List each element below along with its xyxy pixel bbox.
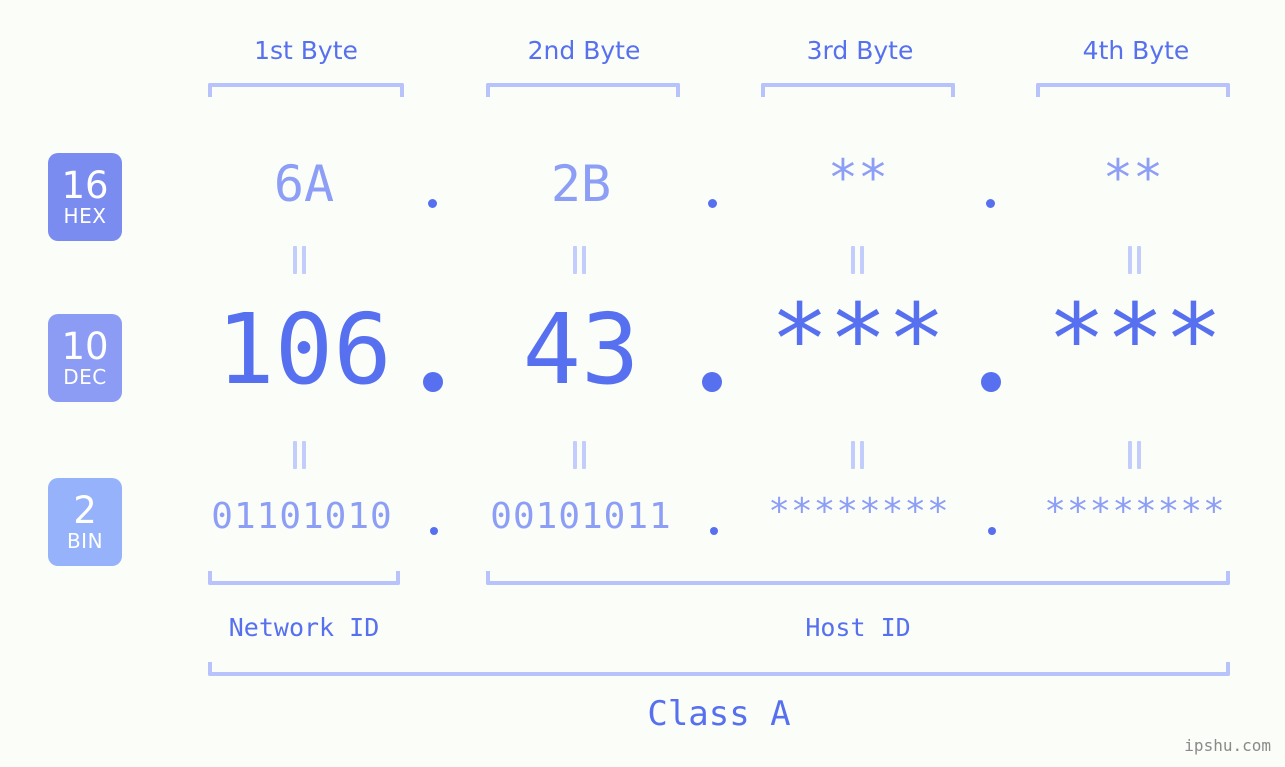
network-id-label: Network ID [228, 613, 380, 642]
radix-badge-bin: 2 BIN [48, 478, 122, 566]
byte-header-1: 1st Byte [254, 36, 358, 65]
equivalence-mark-dec-bin-3 [851, 441, 865, 469]
hex-separator-3 [986, 199, 995, 208]
dec-separator-2 [702, 372, 722, 392]
equivalence-mark-hex-dec-4 [1128, 246, 1142, 274]
hex-byte-1: 6A [273, 155, 335, 213]
hex-separator-1 [428, 199, 437, 208]
byte-header-3: 3rd Byte [806, 36, 914, 65]
class-bracket [208, 662, 1230, 676]
dec-byte-3: *** [770, 283, 946, 396]
dec-byte-2: 43 [522, 293, 640, 406]
bin-byte-1: 01101010 [211, 496, 393, 537]
bin-separator-2 [710, 527, 718, 535]
bin-separator-1 [430, 527, 438, 535]
bin-byte-3: ******** [768, 491, 950, 532]
radix-badge-dec-abbr: DEC [63, 365, 107, 389]
dec-separator-3 [981, 372, 1001, 392]
radix-badge-hex-abbr: HEX [63, 204, 107, 228]
hex-byte-2: 2B [550, 155, 612, 213]
equivalence-mark-dec-bin-1 [293, 441, 307, 469]
host-id-bracket [486, 571, 1230, 585]
byte-bracket-4 [1036, 83, 1230, 97]
radix-badge-dec-number: 10 [61, 325, 109, 368]
byte-bracket-1 [208, 83, 404, 97]
radix-badge-bin-abbr: BIN [66, 529, 104, 553]
hex-byte-3: ** [827, 149, 889, 207]
radix-badge-dec: 10 DEC [48, 314, 122, 402]
ip-address-breakdown-diagram: 1st Byte 2nd Byte 3rd Byte 4th Byte 16 H… [0, 0, 1285, 767]
byte-header-2: 2nd Byte [527, 36, 641, 65]
radix-badge-hex-number: 16 [61, 164, 109, 207]
radix-badge-hex: 16 HEX [48, 153, 122, 241]
hex-separator-2 [708, 199, 717, 208]
dec-separator-1 [423, 372, 443, 392]
byte-bracket-3 [761, 83, 955, 97]
bin-byte-2: 00101011 [490, 496, 672, 537]
equivalence-mark-hex-dec-1 [293, 246, 307, 274]
radix-badge-bin-number: 2 [73, 489, 97, 532]
equivalence-mark-dec-bin-4 [1128, 441, 1142, 469]
site-watermark: ipshu.com [1184, 736, 1271, 755]
bin-separator-3 [988, 527, 996, 535]
dec-byte-1: 106 [216, 293, 392, 406]
equivalence-mark-dec-bin-2 [573, 441, 587, 469]
equivalence-mark-hex-dec-3 [851, 246, 865, 274]
hex-byte-4: ** [1102, 149, 1164, 207]
equivalence-mark-hex-dec-2 [573, 246, 587, 274]
host-id-label: Host ID [805, 613, 911, 642]
byte-bracket-2 [486, 83, 680, 97]
network-id-bracket [208, 571, 400, 585]
class-label: Class A [647, 694, 791, 734]
byte-header-4: 4th Byte [1082, 36, 1190, 65]
dec-byte-4: *** [1047, 283, 1223, 396]
bin-byte-4: ******** [1044, 491, 1226, 532]
